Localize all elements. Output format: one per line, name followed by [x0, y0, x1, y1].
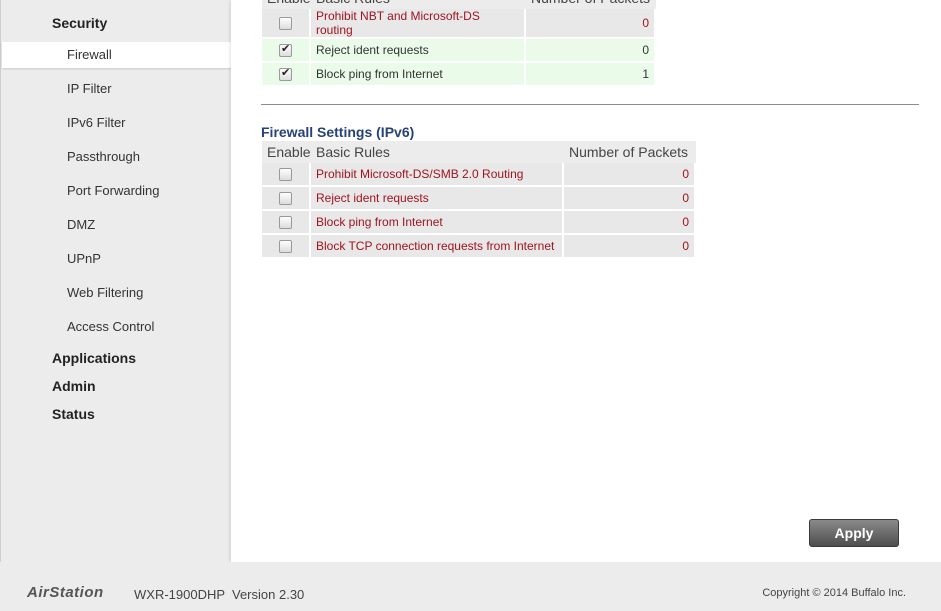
table-row: Reject ident requests 0 [262, 187, 696, 211]
packet-count: 0 [526, 9, 656, 39]
table-header: Enable Basic Rules Number of Packets [262, 141, 696, 163]
rule-name: Prohibit NBT and Microsoft-DS routing [311, 9, 526, 39]
enable-cell [262, 63, 311, 87]
model-name: WXR-1900DHP [134, 587, 226, 602]
sidebar-item-passthrough[interactable]: Passthrough [2, 144, 232, 170]
packet-count: 0 [564, 187, 696, 211]
sidebar-item-ip-filter[interactable]: IP Filter [2, 76, 232, 102]
section-divider [261, 104, 919, 105]
rule-name: Block ping from Internet [311, 211, 564, 235]
enable-cell [262, 235, 311, 259]
enable-cell [262, 163, 311, 187]
sidebar-category-applications[interactable]: Applications [52, 350, 136, 366]
rule-name: Block ping from Internet [311, 63, 526, 87]
header-basic-rules: Basic Rules [311, 141, 564, 163]
enable-checkbox[interactable] [279, 240, 292, 254]
enable-checkbox[interactable] [279, 192, 292, 206]
main-panel: Enable Basic Rules Number of Packets Pro… [231, 0, 941, 562]
table-header: Enable Basic Rules Number of Packets [262, 0, 656, 9]
table-row: Block TCP connection requests from Inter… [262, 235, 696, 259]
enable-cell [262, 211, 311, 235]
copyright-text: Copyright © 2014 Buffalo Inc. [762, 587, 906, 599]
sidebar-category-security[interactable]: Security [52, 15, 107, 31]
enable-checkbox[interactable] [279, 66, 292, 82]
sidebar-item-port-forwarding[interactable]: Port Forwarding [2, 178, 232, 204]
enable-cell [262, 187, 311, 211]
packet-count: 1 [526, 63, 656, 87]
enable-cell [262, 39, 311, 63]
airstation-logo: AirStation [27, 584, 104, 601]
enable-cell [262, 9, 311, 39]
enable-checkbox[interactable] [279, 17, 292, 31]
packet-count: 0 [564, 211, 696, 235]
sidebar-item-ipv6-filter[interactable]: IPv6 Filter [2, 110, 232, 136]
packet-count: 0 [564, 235, 696, 259]
sidebar-item-access-control[interactable]: Access Control [2, 314, 232, 340]
header-basic-rules: Basic Rules [311, 0, 526, 9]
rule-name: Block TCP connection requests from Inter… [311, 235, 564, 259]
rule-name: Prohibit Microsoft-DS/SMB 2.0 Routing [311, 163, 564, 187]
header-number-of-packets: Number of Packets [526, 0, 656, 9]
ipv4-rules-table: Enable Basic Rules Number of Packets Pro… [262, 0, 656, 87]
sidebar-item-web-filtering[interactable]: Web Filtering [2, 280, 232, 306]
sidebar-category-admin[interactable]: Admin [52, 378, 96, 394]
sidebar-category-status[interactable]: Status [52, 406, 95, 422]
apply-button[interactable]: Apply [809, 519, 899, 547]
rule-name: Reject ident requests [311, 187, 564, 211]
table-row: Reject ident requests 0 [262, 39, 656, 63]
header-enable: Enable [262, 141, 311, 163]
table-row: Block ping from Internet 1 [262, 63, 656, 87]
sidebar: Security Firewall IP Filter IPv6 Filter … [0, 0, 232, 562]
header-number-of-packets: Number of Packets [564, 141, 696, 163]
rule-name: Reject ident requests [311, 39, 526, 63]
table-row: Prohibit Microsoft-DS/SMB 2.0 Routing 0 [262, 163, 696, 187]
packet-count: 0 [526, 39, 656, 63]
table-row: Prohibit NBT and Microsoft-DS routing 0 [262, 9, 656, 39]
enable-checkbox[interactable] [279, 216, 292, 230]
table-row: Block ping from Internet 0 [262, 211, 696, 235]
header-enable: Enable [262, 0, 311, 9]
sidebar-item-dmz[interactable]: DMZ [2, 212, 232, 238]
sidebar-item-firewall[interactable]: Firewall [2, 42, 232, 68]
firmware-version: Version 2.30 [232, 587, 305, 602]
section-title-ipv6: Firewall Settings (IPv6) [261, 124, 415, 140]
enable-checkbox[interactable] [279, 42, 292, 58]
enable-checkbox[interactable] [279, 168, 292, 182]
packet-count: 0 [564, 163, 696, 187]
footer: AirStation WXR-1900DHP Version 2.30 Copy… [0, 562, 941, 611]
sidebar-item-upnp[interactable]: UPnP [2, 246, 232, 272]
ipv6-rules-table: Enable Basic Rules Number of Packets Pro… [262, 141, 696, 259]
